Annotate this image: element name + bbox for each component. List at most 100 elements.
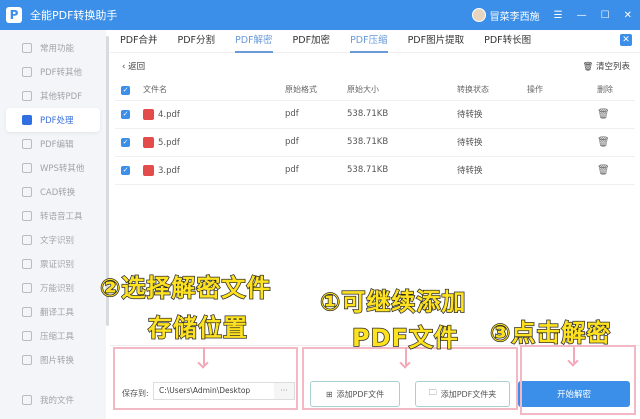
tab[interactable]: PDF压缩 — [350, 30, 388, 53]
clear-list-button[interactable]: 🗑 清空列表 — [582, 60, 630, 72]
arrow-down-icon — [203, 347, 205, 365]
sidebar-item[interactable]: 常用功能 — [0, 36, 106, 60]
sidebar-item-label: 常用功能 — [40, 44, 75, 54]
row-checkbox[interactable]: ✓ — [121, 110, 130, 119]
sidebar-item[interactable]: PDF编辑 — [0, 132, 106, 156]
tool-icon — [22, 331, 32, 341]
sidebar-item-label: 翻译工具 — [40, 308, 75, 318]
user-account[interactable]: 冒菜李西施 — [471, 8, 540, 23]
annotation-box-add — [302, 347, 518, 410]
tab[interactable]: PDF分割 — [178, 30, 216, 53]
table-row: ✓ 3.pdf pdf 538.71KB 待转换 🗑 — [115, 156, 635, 185]
sidebar-item[interactable]: 图片转换 — [0, 348, 106, 372]
sidebar-item-label: 我的文件 — [40, 396, 75, 406]
sidebar-item[interactable]: PDF处理 — [6, 108, 100, 132]
maximize-icon[interactable]: ☐ — [601, 10, 610, 21]
file-table: ✓ 文件名 原始格式 原始大小 转换状态 操作 删除 ✓ 4.pdf pdf 5… — [115, 80, 635, 185]
tab[interactable]: PDF加密 — [293, 30, 331, 53]
col-status: 转换状态 — [457, 80, 527, 101]
tool-icon — [22, 259, 32, 269]
select-all-checkbox[interactable]: ✓ — [121, 85, 130, 95]
sidebar-item-label: 文字识别 — [40, 236, 75, 246]
file-status: 待转换 — [457, 128, 527, 157]
file-name: 4.pdf — [158, 109, 180, 120]
delete-icon[interactable]: 🗑 — [597, 137, 610, 148]
tool-icon — [22, 67, 32, 77]
sidebar-item[interactable]: 转语音工具 — [0, 204, 106, 228]
sidebar-item[interactable]: WPS转其他 — [0, 156, 106, 180]
annotation-step3: ③点击解密 — [489, 318, 612, 348]
sidebar-item[interactable]: PDF转其他 — [0, 60, 106, 84]
trash-icon: 🗑 — [582, 62, 594, 72]
file-name: 3.pdf — [158, 165, 180, 176]
tool-icon — [22, 43, 32, 53]
delete-icon[interactable]: 🗑 — [597, 109, 610, 120]
tab[interactable]: PDF图片提取 — [408, 30, 465, 53]
sidebar-item-label: CAD转换 — [40, 188, 76, 198]
tab-bar: PDF合并 PDF分割 PDF解密 PDF加密 PDF压缩 PDF图片提取 PDF转长图 ✕ — [110, 30, 640, 53]
sidebar-item-label: 万能识别 — [40, 284, 75, 294]
file-format: pdf — [285, 128, 347, 157]
arrow-down-icon — [573, 347, 575, 363]
tool-icon — [22, 283, 32, 293]
tool-icon — [22, 91, 32, 101]
sidebar-item-label: PDF处理 — [40, 116, 74, 126]
close-icon[interactable]: ✕ — [624, 10, 632, 21]
sidebar-item-label: 转语音工具 — [40, 212, 83, 222]
sidebar-item[interactable]: 压缩工具 — [0, 324, 106, 348]
file-size: 538.71KB — [347, 128, 457, 157]
annotation-step2-line2: 存储位置 — [147, 313, 248, 343]
file-status: 待转换 — [457, 100, 527, 129]
tool-icon — [22, 355, 32, 365]
clear-list-label: 清空列表 — [595, 62, 630, 72]
tool-icon — [22, 211, 32, 221]
pdf-file-icon — [143, 164, 154, 176]
tool-icon — [22, 115, 32, 125]
annotation-step2-line1: ②选择解密文件 — [99, 273, 272, 303]
table-row: ✓ 4.pdf pdf 538.71KB 待转换 🗑 — [115, 100, 635, 129]
pdf-file-icon — [143, 136, 154, 148]
back-button[interactable]: ‹ 返回 — [122, 60, 145, 72]
tool-icon — [22, 307, 32, 317]
col-action: 操作 — [527, 80, 597, 101]
minimize-icon[interactable]: — — [577, 10, 587, 21]
title-bar: P 全能PDF转换助手 冒菜李西施 ☰ — ☐ ✕ — [0, 0, 640, 30]
folder-icon — [22, 395, 32, 405]
sidebar-item-my-files[interactable]: 我的文件 — [0, 388, 74, 412]
row-checkbox[interactable]: ✓ — [121, 166, 130, 175]
tool-icon — [22, 139, 32, 149]
sidebar-item[interactable]: 票证识别 — [0, 252, 106, 276]
col-delete: 删除 — [597, 80, 635, 101]
annotation-box-save — [113, 347, 298, 410]
pdf-file-icon — [143, 108, 154, 120]
sidebar-item-label: 压缩工具 — [40, 332, 75, 342]
sidebar-item[interactable]: 其他转PDF — [0, 84, 106, 108]
sidebar-item-label: PDF编辑 — [40, 140, 74, 150]
col-size: 原始大小 — [347, 80, 457, 101]
annotation-step1-line1: ①可继续添加 — [319, 287, 467, 317]
delete-icon[interactable]: 🗑 — [597, 165, 610, 176]
tab[interactable]: PDF转长图 — [484, 30, 531, 53]
tab[interactable]: PDF解密 — [235, 30, 273, 53]
sidebar-item-label: PDF转其他 — [40, 68, 83, 78]
sidebar-item-label: 票证识别 — [40, 260, 75, 270]
file-format: pdf — [285, 156, 347, 185]
sidebar-item[interactable]: 万能识别 — [0, 276, 106, 300]
sidebar-item-label: WPS转其他 — [40, 164, 85, 174]
row-checkbox[interactable]: ✓ — [121, 138, 130, 147]
sidebar: 常用功能 PDF转其他其他转PDF PDF处理 PDF编辑 WPS转其他 CAD转换转语音… — [0, 30, 106, 419]
menu-icon[interactable]: ☰ — [554, 10, 563, 21]
avatar — [471, 8, 486, 22]
sidebar-item[interactable]: 翻译工具 — [0, 300, 106, 324]
sidebar-item[interactable]: CAD转换 — [0, 180, 106, 204]
app-title: 全能PDF转换助手 — [30, 9, 118, 22]
close-panel-icon[interactable]: ✕ — [620, 34, 632, 46]
tool-icon — [22, 163, 32, 173]
file-format: pdf — [285, 100, 347, 129]
table-row: ✓ 5.pdf pdf 538.71KB 待转换 🗑 — [115, 128, 635, 157]
user-name: 冒菜李西施 — [489, 11, 540, 23]
tab[interactable]: PDF合并 — [120, 30, 158, 53]
annotation-box-start — [520, 345, 636, 415]
file-size: 538.71KB — [347, 100, 457, 129]
sidebar-item[interactable]: 文字识别 — [0, 228, 106, 252]
